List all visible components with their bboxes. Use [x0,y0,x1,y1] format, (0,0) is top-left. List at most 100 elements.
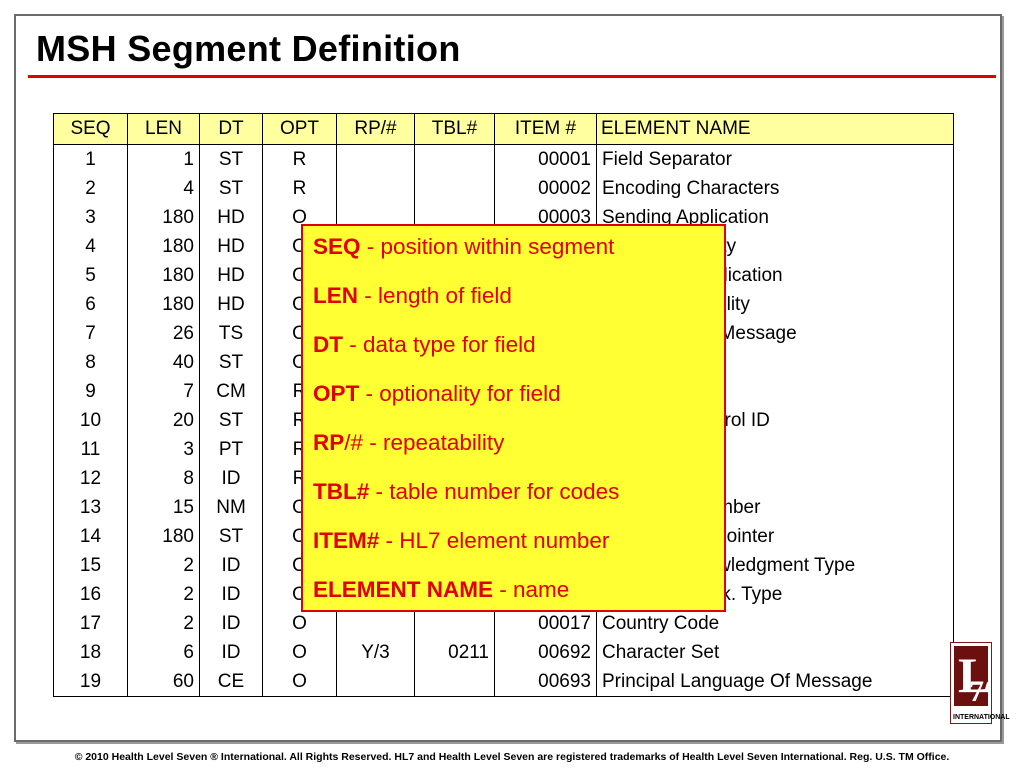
cell-dt: PT [199,435,263,464]
cell-item: 00692 [494,638,597,667]
page-title: MSH Segment Definition [36,28,461,69]
cell-seq: 9 [53,377,128,406]
table-row: 18 6 ID O Y/3 0211 00692 Character Set [53,638,954,667]
cell-element-name: Field Separator [596,144,954,174]
legend-item: RP/# - repeatability [313,428,714,477]
cell-dt: HD [199,203,263,232]
legend-term: TBL# [313,479,370,504]
cell-seq: 13 [53,493,128,522]
cell-tbl: 0211 [414,638,495,667]
cell-dt: ST [199,144,263,174]
cell-seq: 11 [53,435,128,464]
col-header-tbl: TBL# [414,113,495,145]
cell-len: 180 [127,522,200,551]
field-legend-callout: SEQ - position within segment LEN - lengt… [301,224,726,612]
cell-dt: ST [199,174,263,203]
cell-element-name: Principal Language Of Message [596,667,954,697]
cell-dt: CM [199,377,263,406]
cell-dt: ID [199,464,263,493]
cell-element-name: Character Set [596,638,954,667]
legend-description: - HL7 element number [379,528,610,553]
cell-element-name: Encoding Characters [596,174,954,203]
cell-len: 1 [127,144,200,174]
cell-seq: 14 [53,522,128,551]
legend-term: DT [313,332,343,357]
legend-term: LEN [313,283,358,308]
cell-len: 15 [127,493,200,522]
table-row: 19 60 CE O 00693 Principal Language Of Messag… [53,667,954,697]
cell-seq: 5 [53,261,128,290]
cell-seq: 8 [53,348,128,377]
legend-item: LEN - length of field [313,281,714,330]
cell-seq: 16 [53,580,128,609]
col-header-dt: DT [199,113,263,145]
cell-len: 2 [127,580,200,609]
legend-term: OPT [313,381,360,406]
legend-item: TBL# - table number for codes [313,477,714,526]
cell-len: 2 [127,609,200,638]
cell-len: 180 [127,232,200,261]
cell-seq: 15 [53,551,128,580]
cell-rp [336,667,415,697]
table-row: 1 1 ST R 00001 Field Separator [53,144,954,174]
cell-opt: O [262,667,337,697]
title-underline [28,75,996,78]
logo-digit: 7 [969,675,984,708]
cell-opt: R [262,144,337,174]
cell-len: 7 [127,377,200,406]
cell-len: 60 [127,667,200,697]
col-header-opt: OPT [262,113,337,145]
cell-dt: CE [199,667,263,697]
cell-len: 40 [127,348,200,377]
cell-len: 3 [127,435,200,464]
col-header-len: LEN [127,113,200,145]
legend-term: RP [313,430,345,455]
legend-item: SEQ - position within segment [313,232,714,281]
cell-rp: Y/3 [336,638,415,667]
cell-seq: 17 [53,609,128,638]
table-row: 2 4 ST R 00002 Encoding Characters [53,174,954,203]
cell-len: 8 [127,464,200,493]
cell-rp [336,174,415,203]
cell-tbl [414,144,495,174]
cell-len: 2 [127,551,200,580]
cell-seq: 7 [53,319,128,348]
cell-opt: R [262,174,337,203]
legend-description: - length of field [358,283,512,308]
legend-item: DT - data type for field [313,330,714,379]
legend-description: - optionality for field [359,381,561,406]
cell-dt: NM [199,493,263,522]
cell-tbl [414,667,495,697]
cell-rp [336,144,415,174]
legend-description: - table number for codes [369,479,620,504]
cell-dt: HD [199,261,263,290]
logo-tagline: INTERNATIONAL [953,714,1010,721]
legend-term: ITEM# [313,528,380,553]
cell-len: 180 [127,290,200,319]
cell-len: 180 [127,203,200,232]
legend-description: /# - repeatability [344,430,505,455]
cell-dt: ST [199,406,263,435]
cell-tbl [414,174,495,203]
cell-len: 6 [127,638,200,667]
cell-dt: ID [199,638,263,667]
col-header-element-name: ELEMENT NAME [596,113,954,145]
cell-dt: HD [199,290,263,319]
cell-len: 20 [127,406,200,435]
col-header-item: ITEM # [494,113,597,145]
cell-seq: 10 [53,406,128,435]
cell-dt: ID [199,580,263,609]
cell-seq: 1 [53,144,128,174]
legend-item: ITEM# - HL7 element number [313,526,714,575]
col-header-rp: RP/# [336,113,415,145]
legend-term: SEQ [313,234,361,259]
legend-item: ELEMENT NAME - name [313,575,714,624]
table-header-row: SEQ LEN DT OPT RP/# TBL# ITEM # ELEMENT … [53,113,954,145]
cell-dt: ID [199,609,263,638]
cell-dt: TS [199,319,263,348]
cell-seq: 18 [53,638,128,667]
legend-term: ELEMENT NAME [313,577,493,602]
col-header-seq: SEQ [53,113,128,145]
cell-seq: 4 [53,232,128,261]
cell-dt: ID [199,551,263,580]
